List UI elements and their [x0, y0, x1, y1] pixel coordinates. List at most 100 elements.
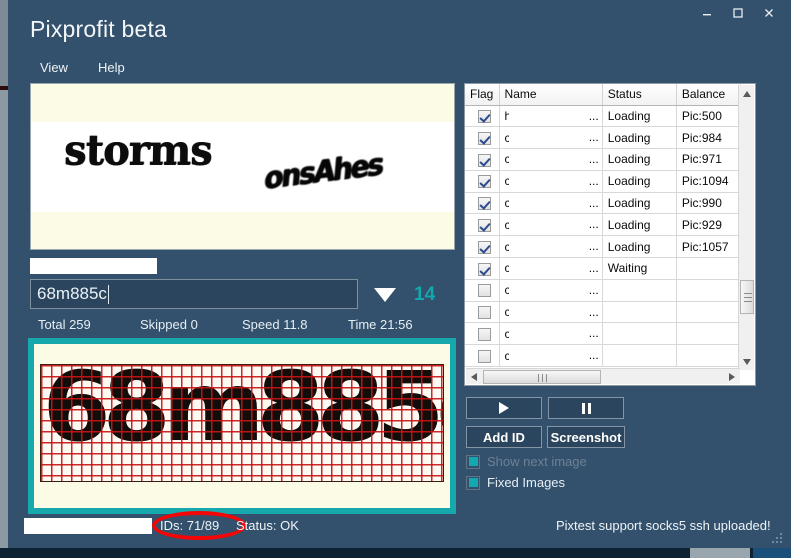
add-id-button[interactable]: Add ID	[466, 426, 542, 448]
row-status-cell: Loading	[602, 213, 677, 237]
checkbox-checked-icon[interactable]	[477, 219, 491, 233]
row-status-cell: Loading	[602, 235, 677, 259]
row-balance-cell: Pic:984	[676, 126, 742, 150]
checkbox-checked-icon[interactable]	[477, 175, 491, 189]
text-caret	[107, 284, 109, 304]
table-row[interactable]: c...	[465, 279, 742, 302]
table-row[interactable]: h...LoadingPic:500	[465, 105, 742, 128]
table-header: Flag Name Status Balance	[465, 84, 742, 106]
row-flag-cell[interactable]	[465, 235, 500, 259]
table-row[interactable]: c... Waiting	[465, 257, 742, 280]
table-row[interactable]: c...	[465, 301, 742, 324]
row-status-cell: Waiting	[602, 257, 677, 280]
maximize-icon[interactable]	[723, 2, 752, 24]
scroll-down-icon[interactable]	[739, 353, 755, 370]
table-vertical-scrollbar[interactable]	[738, 85, 754, 370]
row-balance-cell: Pic:1057	[676, 235, 742, 259]
checkbox-checked-icon[interactable]	[477, 197, 491, 211]
row-name-cell: c...	[499, 126, 603, 150]
row-name-ellipsis: ...	[588, 152, 599, 167]
row-flag-cell[interactable]	[465, 105, 500, 128]
scroll-up-icon[interactable]	[739, 85, 755, 102]
row-name-ellipsis: ...	[588, 326, 599, 341]
chevron-down-icon[interactable]	[374, 288, 396, 302]
row-flag-cell[interactable]	[465, 148, 500, 171]
row-balance-cell: Pic:1094	[676, 170, 742, 193]
table-row[interactable]: c... Loading Pic:990	[465, 192, 742, 215]
accounts-table[interactable]: Flag Name Status Balance h...LoadingPic:…	[464, 83, 756, 386]
checkbox-unchecked-icon[interactable]	[477, 328, 491, 342]
fixed-images-checkbox-row[interactable]: Fixed Images	[466, 475, 565, 490]
checkbox-checked-icon[interactable]	[477, 131, 491, 145]
menu-item-view[interactable]: View	[36, 58, 72, 77]
checkbox-unchecked-icon[interactable]	[477, 284, 491, 298]
row-flag-cell[interactable]	[465, 257, 500, 280]
stat-time: Time 21:56	[348, 317, 413, 332]
screenshot-button[interactable]: Screenshot	[547, 426, 625, 448]
secondary-input[interactable]	[30, 258, 157, 274]
horizontal-scroll-thumb[interactable]	[483, 370, 601, 384]
row-flag-cell[interactable]	[465, 192, 500, 215]
row-flag-cell[interactable]	[465, 344, 500, 368]
captcha-word-primary: storms	[63, 126, 213, 175]
row-flag-cell[interactable]	[465, 126, 500, 150]
row-balance-cell	[676, 257, 742, 280]
checkbox-show-next-image[interactable]	[466, 454, 480, 469]
answer-input-value: 68m885c	[37, 284, 107, 303]
checkbox-checked-icon[interactable]	[477, 262, 491, 276]
table-row[interactable]: c... Loading Pic:984	[465, 126, 742, 150]
table-horizontal-scrollbar[interactable]	[466, 368, 740, 384]
minimize-icon[interactable]	[692, 2, 721, 24]
menu-item-help[interactable]: Help	[94, 58, 129, 77]
stat-speed: Speed 11.8	[242, 317, 308, 332]
vertical-scroll-thumb[interactable]	[740, 280, 754, 314]
close-icon[interactable]	[754, 2, 783, 24]
row-name-cell: h...	[499, 105, 603, 128]
row-name-ellipsis: ...	[588, 130, 599, 145]
table-row[interactable]: c... Loading Pic:1057	[465, 235, 742, 259]
checkbox-checked-icon[interactable]	[477, 153, 491, 167]
row-status-cell	[602, 344, 677, 368]
table-row[interactable]: c... Loading Pic:971	[465, 148, 742, 171]
row-flag-cell[interactable]	[465, 213, 500, 237]
table-row[interactable]: c...	[465, 344, 742, 368]
checkbox-unchecked-icon[interactable]	[477, 306, 491, 320]
stats-row: Total 259 Skipped 0 Speed 11.8 Time 21:5…	[30, 317, 458, 335]
pause-button[interactable]	[548, 397, 624, 419]
column-header-name[interactable]: Name	[499, 84, 603, 106]
checkbox-unchecked-icon[interactable]	[477, 349, 491, 363]
checkbox-checked-icon[interactable]	[477, 110, 491, 124]
scroll-right-icon[interactable]	[724, 369, 740, 385]
desktop-strip-lower	[0, 90, 8, 558]
captcha-bottom-canvas: 68m885c	[40, 364, 444, 482]
table-body: h...LoadingPic:500c...LoadingPic:984c...…	[465, 105, 742, 368]
table-row[interactable]: c... Loading Pic:1094	[465, 170, 742, 193]
row-status-cell: Loading	[602, 105, 677, 128]
column-header-balance[interactable]: Balance	[676, 84, 742, 106]
status-input[interactable]	[24, 518, 152, 534]
accounts-grid: Flag Name Status Balance h...LoadingPic:…	[465, 84, 742, 368]
table-row[interactable]: c... Loading Pic:929	[465, 213, 742, 237]
resize-grip[interactable]	[771, 530, 785, 544]
answer-input[interactable]: 68m885c	[30, 279, 358, 309]
captcha-image-top[interactable]: storms onsAhes	[30, 83, 455, 250]
checkbox-checked-icon[interactable]	[477, 240, 491, 254]
column-header-flag[interactable]: Flag	[465, 84, 500, 106]
row-name-cell: c...	[499, 322, 603, 346]
show-next-image-checkbox-row[interactable]: Show next image	[466, 454, 587, 469]
scroll-left-icon[interactable]	[466, 369, 482, 385]
row-balance-cell: Pic:971	[676, 148, 742, 171]
column-header-status[interactable]: Status	[602, 84, 677, 106]
table-row[interactable]: c...	[465, 322, 742, 346]
play-button[interactable]	[466, 397, 542, 419]
row-status-cell: Loading	[602, 148, 677, 171]
captcha-image-bottom[interactable]: 68m885c	[34, 344, 450, 508]
row-flag-cell[interactable]	[465, 279, 500, 302]
checkbox-fixed-images[interactable]	[466, 475, 480, 490]
status-badge: Status: OK	[236, 518, 299, 533]
row-flag-cell[interactable]	[465, 170, 500, 193]
stat-skipped: Skipped 0	[140, 317, 198, 332]
row-flag-cell[interactable]	[465, 301, 500, 324]
row-flag-cell[interactable]	[465, 322, 500, 346]
row-balance-cell: Pic:500	[676, 105, 742, 128]
